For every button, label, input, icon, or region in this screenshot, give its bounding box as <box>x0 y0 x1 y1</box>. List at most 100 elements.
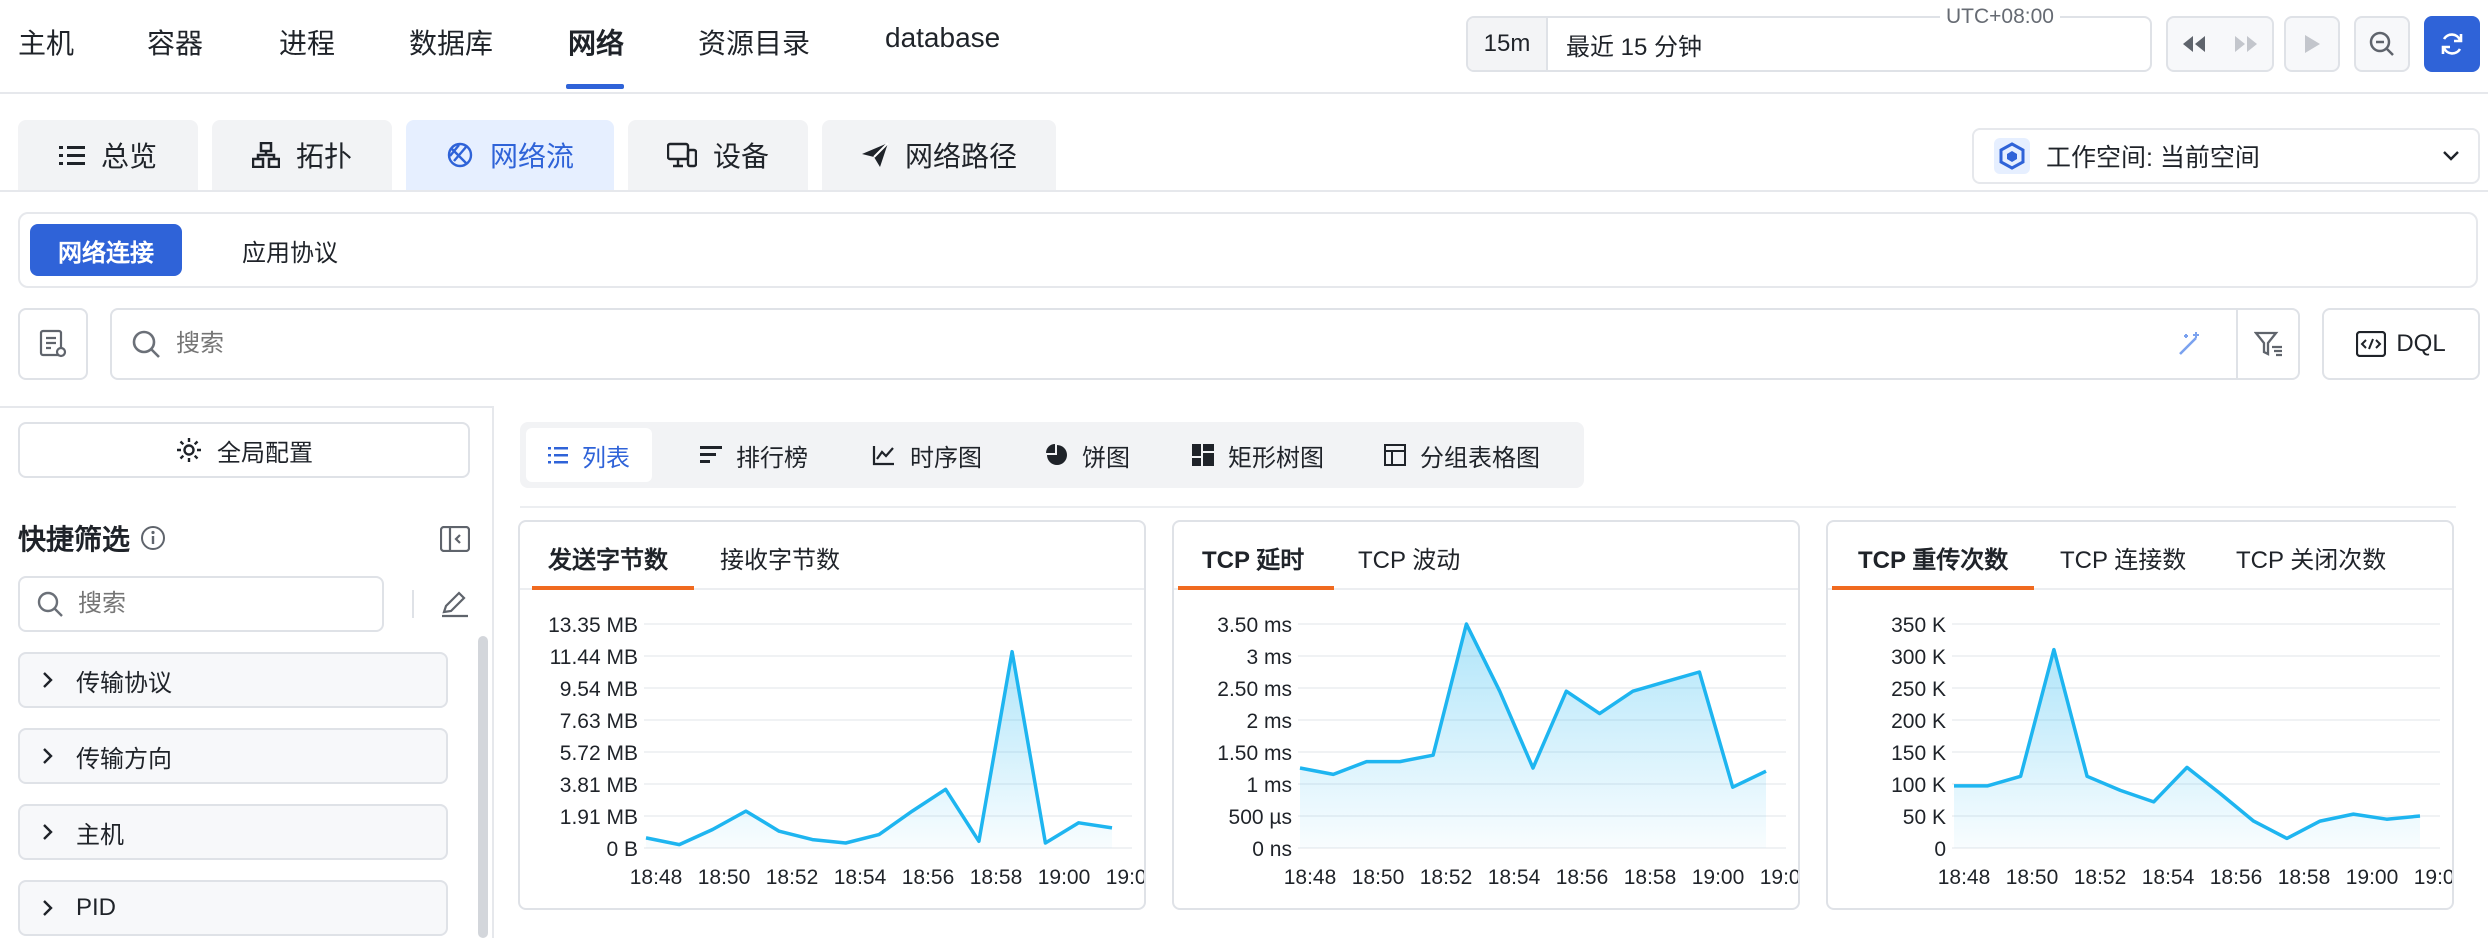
y-tick-label: 0 ns <box>1252 838 1292 861</box>
panel-tab-tcp-retrans[interactable]: TCP 重传次数 <box>1858 540 2008 575</box>
workspace-select[interactable]: 工作空间: 当前空间 <box>1972 128 2480 184</box>
left-scrollbar[interactable] <box>478 636 488 938</box>
search-input[interactable] <box>176 330 2076 358</box>
quick-filter-title: 快捷筛选 <box>18 518 166 558</box>
tab-device[interactable]: 设备 <box>628 120 808 190</box>
nav-item-network[interactable]: 网络 <box>568 22 624 62</box>
document-settings-icon <box>39 329 67 358</box>
view-tab-pie[interactable]: 饼图 <box>1024 428 1152 482</box>
search-icon <box>37 591 63 617</box>
panel-tab-tcp-jitter[interactable]: TCP 波动 <box>1358 540 1460 575</box>
play-button[interactable] <box>2284 16 2340 72</box>
chart-panel-tcp-retrans: TCP 重传次数 TCP 连接数 TCP 关闭次数 350 K 300 K 250 … <box>1826 520 2454 910</box>
magic-wand-icon[interactable] <box>2176 330 2204 358</box>
facet-label: PID <box>76 894 117 921</box>
facet-transport-direction[interactable]: 传输方向 <box>18 728 448 784</box>
y-tick-label: 350 K <box>1891 614 1946 637</box>
group-table-icon <box>1384 444 1406 466</box>
facet-host[interactable]: 主机 <box>18 804 448 860</box>
chart-panel-bytes: 发送字节数 接收字节数 13.35 MB 11.44 MB 9.54 MB 7.63 … <box>518 520 1146 910</box>
refresh-button[interactable] <box>2424 16 2480 72</box>
chart-tcp-latency: 3.50 ms 3 ms 2.50 ms 2 ms 1.50 ms 1 ms 500 µs 0… <box>1217 614 1798 889</box>
workspace-label: 工作空间: 当前空间 <box>2046 144 2260 172</box>
sub-tabs: 网络连接 应用协议 <box>18 212 2478 288</box>
view-tab-treemap[interactable]: 矩形树图 <box>1170 428 1346 482</box>
saved-query-button[interactable] <box>18 308 88 380</box>
panel-tab-tcp-close[interactable]: TCP 关闭次数 <box>2236 540 2386 575</box>
tab-network-flow[interactable]: 网络流 <box>406 120 614 190</box>
edit-icon[interactable] <box>440 590 470 618</box>
tab-topology[interactable]: 拓扑 <box>212 120 392 190</box>
x-tick-label: 18:54 <box>1488 866 1541 889</box>
refresh-icon <box>2441 33 2463 55</box>
panel-tab-tcp-latency[interactable]: TCP 延时 <box>1202 540 1304 575</box>
collapse-panel-icon[interactable] <box>440 526 470 552</box>
y-tick-label: 100 K <box>1891 774 1946 797</box>
panel-tab-send-bytes[interactable]: 发送字节数 <box>548 540 668 575</box>
nav-item-resource-catalog[interactable]: 资源目录 <box>698 22 810 62</box>
y-tick-label: 1.91 MB <box>560 806 638 829</box>
x-tick-label: 19:02 <box>2414 866 2452 889</box>
facet-transport-protocol[interactable]: 传输协议 <box>18 652 448 708</box>
tab-topology-label: 拓扑 <box>295 141 352 172</box>
subtab-network-connection[interactable]: 网络连接 <box>30 224 182 276</box>
filter-icon[interactable] <box>2254 330 2284 358</box>
playback-controls <box>2166 16 2274 72</box>
view-tab-group-table[interactable]: 分组表格图 <box>1362 428 1562 482</box>
x-tick-label: 19:02 <box>1106 866 1144 889</box>
zoom-out-button[interactable] <box>2354 16 2410 72</box>
subtab-app-protocol[interactable]: 应用协议 <box>214 224 366 276</box>
search-divider <box>2236 310 2238 378</box>
y-tick-label: 250 K <box>1891 678 1946 701</box>
panel-tab-recv-bytes[interactable]: 接收字节数 <box>720 540 840 575</box>
tab-device-label: 设备 <box>712 141 769 172</box>
panel-tab-tcp-conn[interactable]: TCP 连接数 <box>2060 540 2186 575</box>
facet-label: 传输方向 <box>76 745 172 773</box>
x-tick-label: 18:54 <box>2142 866 2195 889</box>
view-divider <box>520 506 2456 508</box>
panel-tab-underline <box>1832 586 2034 590</box>
search-bar[interactable] <box>110 308 2300 380</box>
fast-forward-icon[interactable] <box>2220 18 2272 70</box>
nav-item-container[interactable]: 容器 <box>147 22 203 62</box>
tab-network-flow-label: 网络流 <box>489 141 574 172</box>
info-icon[interactable] <box>140 525 166 551</box>
y-tick-label: 3.50 ms <box>1217 614 1292 637</box>
tab-overview[interactable]: 总览 <box>18 120 198 190</box>
timeseries-icon <box>872 446 894 466</box>
nav-item-host[interactable]: 主机 <box>18 22 74 62</box>
view-tab-list[interactable]: 列表 <box>526 428 652 482</box>
chart-panel-tcp-latency: TCP 延时 TCP 波动 3.50 ms 3 ms 2.50 ms 2 ms 1.50… <box>1172 520 1800 910</box>
y-tick-label: 11.44 MB <box>550 646 638 669</box>
view-tab-label: 分组表格图 <box>1420 444 1540 472</box>
dql-button[interactable]: DQL <box>2322 308 2480 380</box>
rewind-icon[interactable] <box>2168 18 2220 70</box>
tab-network-path[interactable]: 网络路径 <box>822 120 1056 190</box>
x-tick-label: 19:00 <box>1692 866 1745 889</box>
chevron-down-icon <box>2443 151 2459 161</box>
x-tick-label: 18:52 <box>766 866 819 889</box>
x-tick-label: 18:56 <box>1556 866 1609 889</box>
nav-item-process[interactable]: 进程 <box>279 22 335 62</box>
quick-filter-label: 快捷筛选 <box>18 524 131 555</box>
facet-pid[interactable]: PID <box>18 880 448 936</box>
view-tab-ranking[interactable]: 排行榜 <box>678 428 830 482</box>
filter-search-input[interactable] <box>78 590 358 618</box>
facet-label: 传输协议 <box>76 669 172 697</box>
gear-icon <box>177 438 201 462</box>
view-tab-label: 时序图 <box>910 444 982 472</box>
code-icon <box>2356 331 2387 357</box>
nav-item-database[interactable]: 数据库 <box>409 22 493 62</box>
x-tick-label: 18:58 <box>2278 866 2331 889</box>
y-tick-label: 0 <box>1934 838 1946 861</box>
global-config-label: 全局配置 <box>217 439 313 467</box>
send-icon <box>861 142 889 167</box>
x-tick-label: 19:00 <box>1038 866 1091 889</box>
x-tick-label: 18:52 <box>2074 866 2127 889</box>
device-icon <box>666 142 697 168</box>
global-config-button[interactable]: 全局配置 <box>18 422 470 478</box>
topology-icon <box>251 142 280 168</box>
nav-item-database-en[interactable]: database <box>885 22 1000 54</box>
filter-search-box[interactable] <box>18 576 384 632</box>
view-tab-timeseries[interactable]: 时序图 <box>850 428 1004 482</box>
